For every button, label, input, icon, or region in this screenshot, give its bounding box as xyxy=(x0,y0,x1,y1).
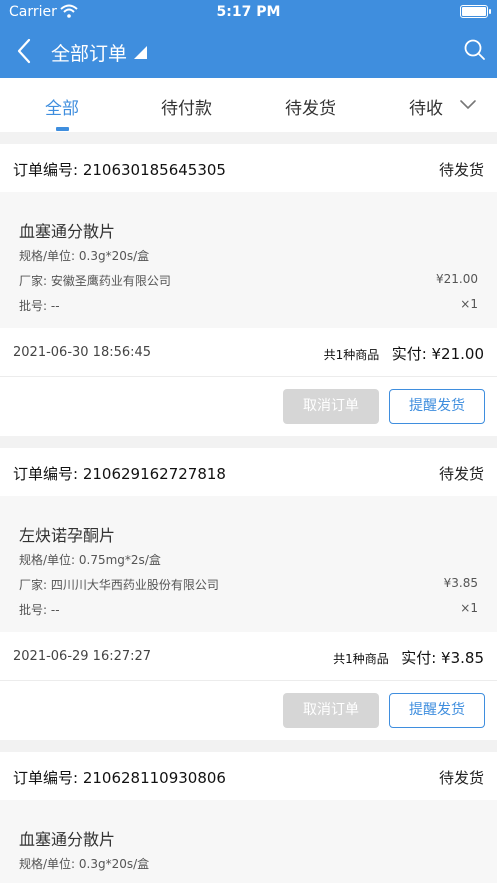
product-spec: 规格/单位: 0.75mg*2s/盒 xyxy=(19,553,161,567)
order-status: 待发货 xyxy=(438,769,484,787)
order-card[interactable]: 订单编号: 210629162727818 待发货 左炔诺孕酮片 规格/单位: … xyxy=(0,448,497,740)
chevron-down-icon[interactable] xyxy=(458,98,478,112)
item-count: 共1种商品 xyxy=(323,348,380,362)
order-number: 订单编号: 210630185645305 xyxy=(13,161,226,179)
product-price: ¥3.85 xyxy=(443,576,478,590)
active-tab-indicator xyxy=(56,127,69,131)
order-card-header: 订单编号: 210628110930806 待发货 xyxy=(0,752,497,800)
search-icon[interactable] xyxy=(463,38,487,62)
order-date: 2021-06-29 16:27:27 xyxy=(13,649,152,664)
product-batch: 批号: -- xyxy=(19,603,60,617)
cancel-order-button[interactable]: 取消订单 xyxy=(283,389,379,424)
order-tabs: 全部 待付款 待发货 待收 xyxy=(0,78,497,132)
product-qty: ×1 xyxy=(460,297,478,311)
product-maker: 厂家: 安徽圣鹰药业有限公司 xyxy=(19,274,171,288)
order-summary: 2021-06-30 18:56:45 共1种商品 实付: ¥21.00 xyxy=(0,328,497,377)
page-title[interactable]: 全部订单 xyxy=(51,39,127,66)
order-card-header: 订单编号: 210630185645305 待发货 xyxy=(0,144,497,192)
tab-pending-receipt[interactable]: 待收 xyxy=(409,94,443,119)
cancel-order-button[interactable]: 取消订单 xyxy=(283,693,379,728)
order-status: 待发货 xyxy=(438,465,484,483)
order-card-header: 订单编号: 210629162727818 待发货 xyxy=(0,448,497,496)
remind-shipment-button[interactable]: 提醒发货 xyxy=(389,389,485,424)
product-qty: ×1 xyxy=(460,601,478,615)
product-spec: 规格/单位: 0.3g*20s/盒 xyxy=(19,857,150,871)
remind-shipment-button[interactable]: 提醒发货 xyxy=(389,693,485,728)
order-summary: 2021-06-29 16:27:27 共1种商品 实付: ¥3.85 xyxy=(0,632,497,681)
dropdown-caret-icon[interactable] xyxy=(134,46,147,59)
battery-icon xyxy=(460,5,491,18)
order-number: 订单编号: 210628110930806 xyxy=(13,769,226,787)
product-maker: 厂家: 四川川大华西药业股份有限公司 xyxy=(19,578,219,592)
order-status: 待发货 xyxy=(438,161,484,179)
status-time: 5:17 PM xyxy=(216,4,281,20)
product-item[interactable]: 血塞通分散片 规格/单位: 0.3g*20s/盒 xyxy=(0,800,497,883)
product-name: 血塞通分散片 xyxy=(19,830,116,849)
product-spec: 规格/单位: 0.3g*20s/盒 xyxy=(19,249,150,263)
back-icon[interactable] xyxy=(12,36,40,66)
tab-pending-shipment[interactable]: 待发货 xyxy=(285,94,336,119)
product-batch: 批号: -- xyxy=(19,299,60,313)
order-card[interactable]: 订单编号: 210628110930806 待发货 血塞通分散片 规格/单位: … xyxy=(0,752,497,883)
nav-header: Carrier 5:17 PM 全部订单 xyxy=(0,0,497,78)
product-name: 左炔诺孕酮片 xyxy=(19,526,116,545)
product-name: 血塞通分散片 xyxy=(19,222,116,241)
item-count: 共1种商品 xyxy=(333,652,389,666)
product-item[interactable]: 血塞通分散片 规格/单位: 0.3g*20s/盒 厂家: 安徽圣鹰药业有限公司 … xyxy=(0,192,497,328)
product-price: ¥21.00 xyxy=(436,272,478,286)
status-bar: Carrier 5:17 PM xyxy=(0,0,497,26)
order-number: 订单编号: 210629162727818 xyxy=(13,465,226,483)
tab-all[interactable]: 全部 xyxy=(45,94,79,119)
paid-amount: 实付: ¥3.85 xyxy=(401,649,484,667)
order-card[interactable]: 订单编号: 210630185645305 待发货 血塞通分散片 规格/单位: … xyxy=(0,144,497,436)
tab-pending-payment[interactable]: 待付款 xyxy=(161,94,212,119)
paid-amount: 实付: ¥21.00 xyxy=(391,345,484,363)
order-date: 2021-06-30 18:56:45 xyxy=(13,345,152,360)
product-item[interactable]: 左炔诺孕酮片 规格/单位: 0.75mg*2s/盒 厂家: 四川川大华西药业股份… xyxy=(0,496,497,632)
